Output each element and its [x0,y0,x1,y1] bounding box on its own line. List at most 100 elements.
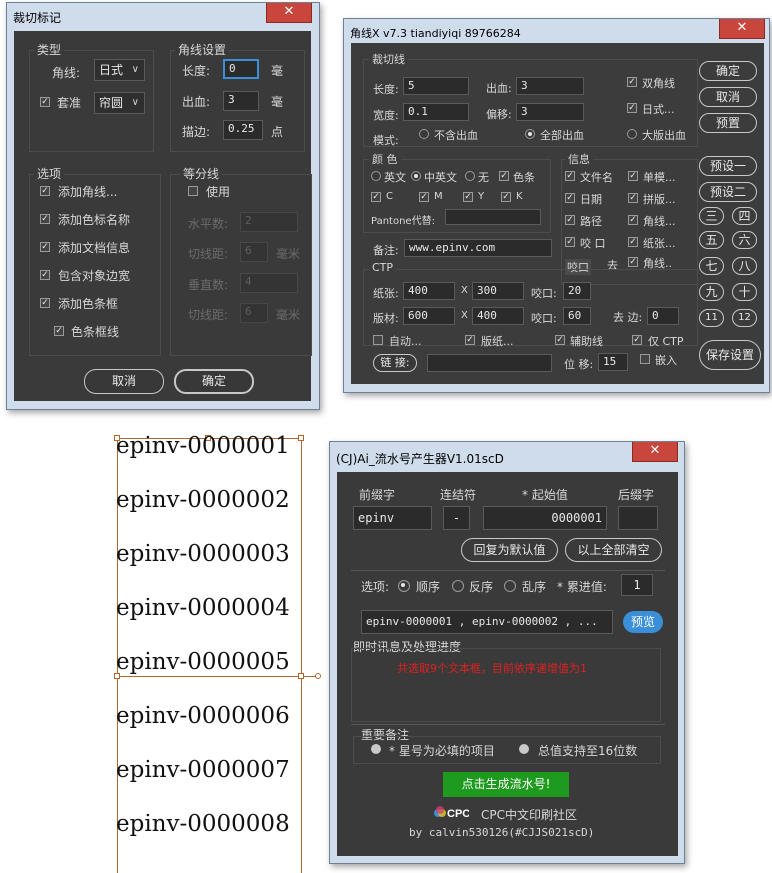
bite-input[interactable]: 60 [563,307,591,325]
link-button[interactable]: 链 接: [373,354,417,372]
info-checkbox[interactable]: ✓ [565,193,575,203]
all-bleed-radio[interactable] [525,129,535,139]
preset-number-button[interactable]: 八 [732,257,757,275]
cancel-button[interactable]: 取消 [84,369,164,394]
k-checkbox[interactable]: ✓ [501,192,511,202]
corner-select[interactable]: 日式 ∨ [94,59,145,81]
bleed-input[interactable]: 3 [516,77,584,95]
length-input[interactable]: 0 [223,59,259,79]
close-button[interactable]: ✕ [266,3,312,23]
plate-paper-checkbox[interactable]: ✓ [465,335,475,345]
embed-checkbox[interactable] [640,354,650,364]
preview-field[interactable]: epinv-0000001 , epinv-0000002 , ... [361,610,613,634]
remove-edge-input[interactable]: 0 [647,307,679,325]
link-input[interactable] [427,354,552,372]
japanese-checkbox[interactable]: ✓ [627,103,637,113]
preset-number-button[interactable]: 四 [732,207,757,225]
info-checkbox[interactable]: ✓ [565,215,575,225]
use-checkbox[interactable] [188,186,198,196]
preset-number-button[interactable]: 十 [732,283,757,301]
shift-input[interactable]: 15 [598,353,628,371]
option-checkbox[interactable]: ✓ [40,214,50,224]
cn-en-radio[interactable] [411,171,421,181]
preset-number-button[interactable]: 五 [699,231,724,249]
rotate-handle[interactable] [315,673,321,679]
preset-number-button[interactable]: 九 [699,283,724,301]
paper-height-input[interactable]: 300 [472,282,524,300]
close-button[interactable]: ✕ [719,19,765,39]
ok-button[interactable]: 确定 [174,369,254,394]
ok-button[interactable]: 确定 [699,61,757,81]
reverse-radio[interactable] [452,580,464,592]
h-count-input[interactable]: 2 [240,212,298,232]
offset-input[interactable]: 3 [516,103,584,121]
plate-height-input[interactable]: 400 [472,307,524,325]
note-input[interactable]: www.epinv.com [404,239,552,257]
info-checkbox[interactable]: ✓ [628,257,638,267]
preset-number-button[interactable]: 三 [699,207,724,225]
corner-line-dialog: 角线X v7.3 tiandiyiqi 89766284 ✕ 裁切线 长度: 5… [343,18,770,393]
width-input[interactable]: 0.1 [403,103,469,121]
plate-width-input[interactable]: 600 [403,307,455,325]
bite-input[interactable]: 20 [563,282,591,300]
random-radio[interactable] [504,580,516,592]
auto-checkbox[interactable] [373,335,383,345]
option-checkbox[interactable]: ✓ [40,242,50,252]
selection-handle[interactable] [298,435,304,441]
register-checkbox[interactable]: ✓ [40,97,50,107]
preview-button[interactable]: 预览 [623,611,663,633]
color-bar-checkbox[interactable]: ✓ [499,171,509,181]
c-checkbox[interactable]: ✓ [371,192,381,202]
info-checkbox[interactable]: ✓ [628,215,638,225]
save-settings-button[interactable]: 保存设置 [699,340,761,370]
clear-all-button[interactable]: 以上全部清空 [565,538,662,562]
close-button[interactable]: ✕ [632,442,678,462]
connector-input[interactable]: - [443,506,470,530]
aux-line-checkbox[interactable]: ✓ [555,335,565,345]
selection-handle[interactable] [298,673,304,679]
start-input[interactable]: 0000001 [483,506,607,530]
preset-two-button[interactable]: 预设二 [699,182,757,202]
preset-number-button[interactable]: 11 [699,309,724,327]
bleed-input[interactable]: 3 [223,91,259,111]
m-checkbox[interactable]: ✓ [419,192,429,202]
cut-dist-input[interactable]: 6 [240,242,268,262]
no-bleed-radio[interactable] [419,129,429,139]
v-count-input[interactable]: 4 [240,273,298,293]
suffix-input[interactable] [618,506,658,530]
length-input[interactable]: 5 [403,77,469,95]
order-radio[interactable] [398,580,410,592]
generate-button[interactable]: 点击生成流水号! [443,772,569,797]
prefix-input[interactable]: epinv [353,506,432,530]
option-checkbox[interactable]: ✓ [40,270,50,280]
info-label: 咬 口 [580,237,606,250]
option-checkbox[interactable]: ✓ [40,186,50,196]
preset-number-button[interactable]: 七 [699,257,724,275]
only-ctp-checkbox[interactable]: ✓ [632,335,642,345]
register-select[interactable]: 帘圆 ∨ [94,92,145,114]
preset-one-button[interactable]: 预设一 [699,156,757,176]
info-checkbox[interactable]: ✓ [565,171,575,181]
none-radio[interactable] [465,171,475,181]
option-checkbox[interactable]: ✓ [40,298,50,308]
preset-button[interactable]: 预置 [699,113,757,133]
pantone-input[interactable] [445,209,541,225]
info-checkbox[interactable]: ✓ [628,171,638,181]
option-checkbox[interactable]: ✓ [54,326,64,336]
english-radio[interactable] [371,171,381,181]
big-bleed-radio[interactable] [627,129,637,139]
step-input[interactable]: 1 [621,574,653,596]
cut-dist2-input[interactable]: 6 [240,303,268,323]
double-corner-checkbox[interactable]: ✓ [627,77,637,87]
info-checkbox[interactable]: ✓ [565,237,575,247]
progress-message: 共选取9个文本框，目前依序递增值为1 [397,662,587,675]
preset-number-button[interactable]: 12 [732,309,757,327]
stroke-input[interactable]: 0.25 [223,120,263,140]
preset-number-button[interactable]: 六 [732,231,757,249]
cancel-button[interactable]: 取消 [699,87,757,107]
info-checkbox[interactable]: ✓ [628,193,638,203]
reset-defaults-button[interactable]: 回复为默认值 [461,538,558,562]
y-checkbox[interactable]: ✓ [463,192,473,202]
paper-width-input[interactable]: 400 [403,282,455,300]
info-checkbox[interactable]: ✓ [628,237,638,247]
